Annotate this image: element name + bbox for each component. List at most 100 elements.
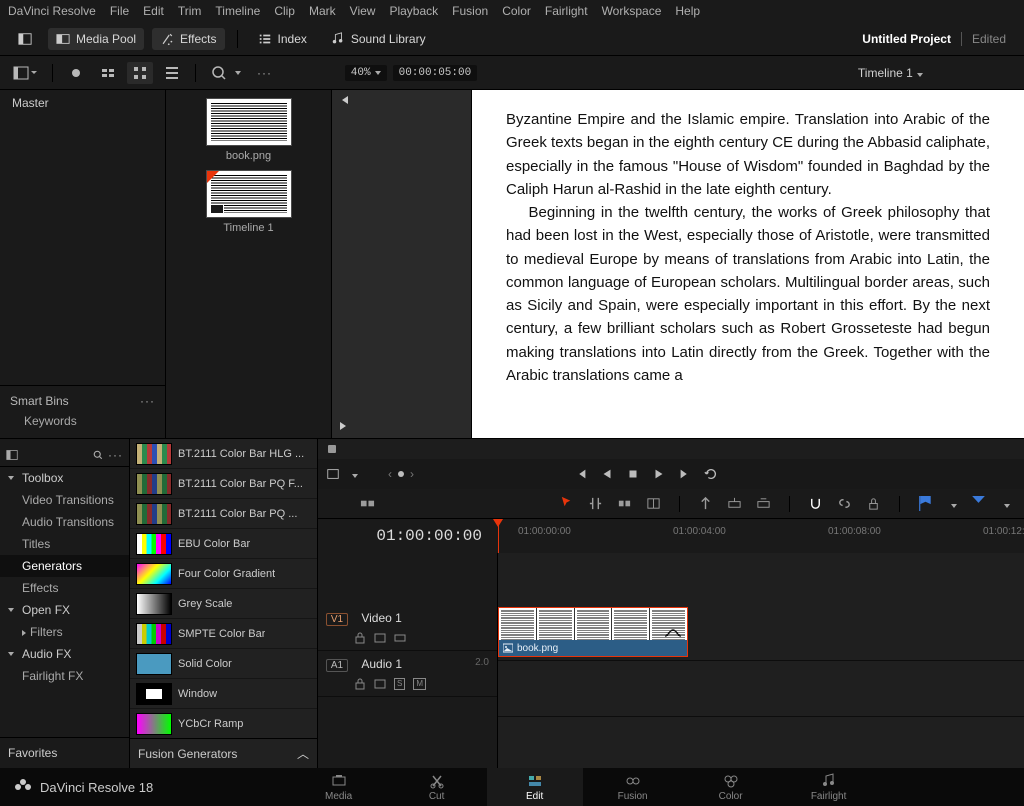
generator-bt-2111-color-bar-pq-[interactable]: BT.2111 Color Bar PQ ...	[130, 499, 317, 529]
loop-icon[interactable]	[704, 467, 718, 481]
sidebar-toggle-icon[interactable]	[8, 62, 42, 84]
transport-options-dropdown[interactable]	[348, 467, 358, 481]
generator-solid-color[interactable]: Solid Color	[130, 649, 317, 679]
index-button[interactable]: Index	[250, 28, 315, 50]
timeline-selector[interactable]: Timeline 1	[858, 66, 923, 80]
fx-favorites[interactable]: Favorites	[0, 737, 129, 768]
media-item-book[interactable]: book.png	[206, 98, 292, 162]
menu-timeline[interactable]: Timeline	[215, 4, 260, 18]
lock-icon[interactable]	[866, 496, 881, 511]
go-start-icon[interactable]	[338, 94, 350, 106]
record-icon[interactable]	[63, 62, 89, 84]
fx-nav-audio-transitions[interactable]: Audio Transitions	[0, 511, 129, 533]
viewer-zoom-dropdown[interactable]: 40%	[345, 65, 387, 81]
options-dots[interactable]	[252, 63, 277, 83]
page-tab-media[interactable]: Media	[291, 768, 387, 806]
page-tab-fairlight[interactable]: Fairlight	[781, 768, 877, 806]
track-header-v1[interactable]: V1 Video 1	[318, 605, 497, 651]
auto-select-icon[interactable]	[374, 632, 386, 644]
auto-select-icon[interactable]	[374, 678, 386, 690]
viewer-content[interactable]: Byzantine Empire and the Islamic empire.…	[472, 90, 1024, 438]
trim-tool-icon[interactable]	[588, 496, 603, 511]
generator-ycbcr-ramp[interactable]: YCbCr Ramp	[130, 709, 317, 739]
panel-layout-icon[interactable]	[6, 449, 18, 461]
overwrite-icon[interactable]	[727, 496, 742, 511]
list-detail-icon[interactable]	[159, 62, 185, 84]
menu-color[interactable]: Color	[502, 4, 531, 18]
master-bin[interactable]: Master	[0, 90, 165, 116]
generator-four-color-gradient[interactable]: Four Color Gradient	[130, 559, 317, 589]
ruler[interactable]: 01:00:00:0001:00:04:0001:00:08:0001:00:1…	[498, 519, 1024, 553]
menu-workspace[interactable]: Workspace	[602, 4, 662, 18]
menu-davinci-resolve[interactable]: DaVinci Resolve	[8, 4, 96, 18]
insert-icon[interactable]	[698, 496, 713, 511]
snap-icon[interactable]	[808, 496, 823, 511]
link-icon[interactable]	[837, 496, 852, 511]
flag-marker-icon[interactable]	[918, 496, 933, 511]
page-tab-color[interactable]: Color	[683, 768, 779, 806]
first-frame-icon[interactable]	[574, 467, 588, 481]
fx-nav-video-transitions[interactable]: Video Transitions	[0, 489, 129, 511]
media-pool-button[interactable]: Media Pool	[48, 28, 144, 50]
generator-ebu-color-bar[interactable]: EBU Color Bar	[130, 529, 317, 559]
flag-blue-icon[interactable]	[971, 496, 986, 511]
smart-bins-header[interactable]: Smart Bins	[6, 392, 159, 410]
smart-bin-keywords[interactable]: Keywords	[6, 410, 159, 432]
menu-fairlight[interactable]: Fairlight	[545, 4, 588, 18]
loop-bracket-icon[interactable]	[326, 467, 340, 481]
menu-view[interactable]: View	[350, 4, 376, 18]
dynamic-trim-icon[interactable]	[617, 496, 632, 511]
page-tab-fusion[interactable]: Fusion	[585, 768, 681, 806]
generator-window[interactable]: Window	[130, 679, 317, 709]
last-frame-icon[interactable]	[678, 467, 692, 481]
stop-icon[interactable]	[626, 467, 640, 481]
fx-audiofx-header[interactable]: Audio FX	[0, 643, 129, 665]
clip-book[interactable]: book.png	[498, 607, 688, 657]
options-icon[interactable]	[108, 448, 123, 462]
fx-nav-effects[interactable]: Effects	[0, 577, 129, 599]
fx-nav-generators[interactable]: Generators	[0, 555, 129, 577]
lock-icon[interactable]	[354, 632, 366, 644]
smart-bins-options-icon[interactable]	[140, 394, 155, 408]
mini-scrubber[interactable]	[318, 439, 1024, 459]
selection-tool-icon[interactable]	[559, 495, 574, 510]
menu-edit[interactable]: Edit	[143, 4, 164, 18]
sound-library-button[interactable]: Sound Library	[323, 28, 434, 50]
fx-nav-titles[interactable]: Titles	[0, 533, 129, 555]
retime-curve-icon[interactable]	[665, 628, 681, 638]
media-item-timeline1[interactable]: Timeline 1	[206, 170, 292, 234]
sort-dropdown[interactable]	[206, 62, 246, 84]
generator-grey-scale[interactable]: Grey Scale	[130, 589, 317, 619]
fx-fairlightfx-item[interactable]: Fairlight FX	[0, 665, 129, 687]
timeline-view-icon[interactable]	[360, 496, 375, 511]
solo-button[interactable]: S	[394, 678, 405, 690]
layout-toggle-icon[interactable]	[10, 28, 40, 50]
mute-button[interactable]: M	[413, 678, 426, 690]
blade-tool-icon[interactable]	[646, 496, 661, 511]
timeline-track-area[interactable]: book.png	[498, 553, 1024, 768]
menu-file[interactable]: File	[110, 4, 129, 18]
fx-filters-item[interactable]: Filters	[0, 621, 129, 643]
view-list-icon[interactable]	[95, 62, 121, 84]
menu-fusion[interactable]: Fusion	[452, 4, 488, 18]
video-visible-icon[interactable]	[394, 632, 406, 644]
generator-bt-2111-color-bar-hlg-[interactable]: BT.2111 Color Bar HLG ...	[130, 439, 317, 469]
page-tab-cut[interactable]: Cut	[389, 768, 485, 806]
generator-smpte-color-bar[interactable]: SMPTE Color Bar	[130, 619, 317, 649]
search-icon[interactable]	[92, 449, 104, 461]
current-timecode[interactable]: 01:00:00:00	[318, 519, 498, 553]
menu-help[interactable]: Help	[675, 4, 700, 18]
fx-toolbox-header[interactable]: Toolbox	[0, 467, 129, 489]
go-end-icon[interactable]	[338, 420, 350, 432]
effects-button[interactable]: Effects	[152, 28, 224, 50]
play-reverse-icon[interactable]	[600, 467, 614, 481]
page-tab-edit[interactable]: Edit	[487, 768, 583, 806]
fx-openfx-header[interactable]: Open FX	[0, 599, 129, 621]
menu-trim[interactable]: Trim	[178, 4, 202, 18]
track-header-a1[interactable]: A1 Audio 1 2.0 S M	[318, 651, 497, 697]
menu-clip[interactable]: Clip	[274, 4, 295, 18]
fusion-generators-header[interactable]: Fusion Generators︿	[130, 738, 317, 768]
lock-icon[interactable]	[354, 678, 366, 690]
generator-bt-2111-color-bar-pq-f-[interactable]: BT.2111 Color Bar PQ F...	[130, 469, 317, 499]
menu-playback[interactable]: Playback	[389, 4, 438, 18]
